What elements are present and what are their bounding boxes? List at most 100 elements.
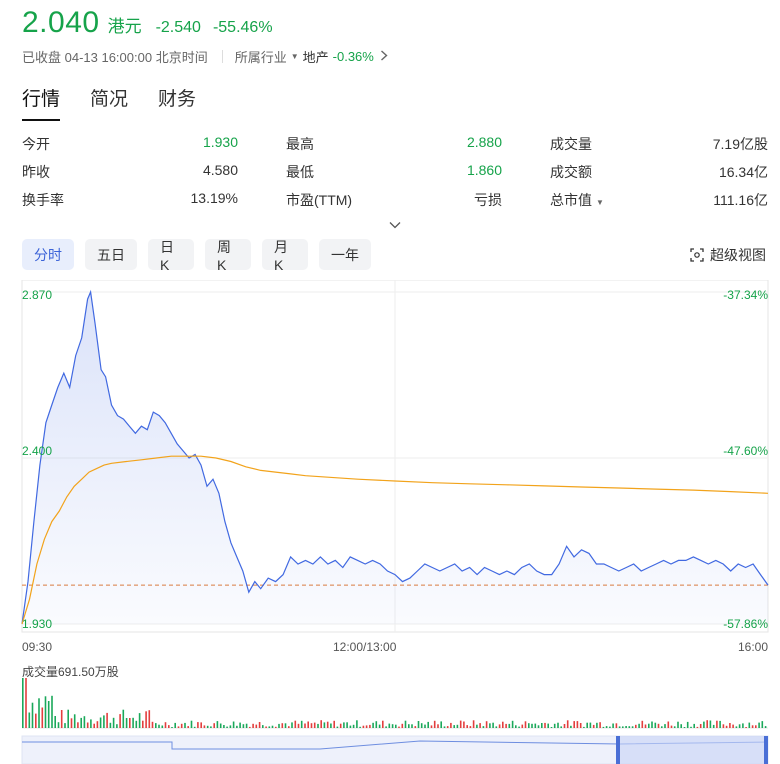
volume-bar bbox=[174, 722, 176, 728]
volume-bar bbox=[531, 723, 533, 728]
volume-bar bbox=[738, 724, 741, 728]
volume-bar bbox=[51, 695, 53, 728]
period-1year[interactable]: 一年 bbox=[319, 239, 371, 270]
volume-bar bbox=[541, 723, 543, 728]
volume-bar bbox=[469, 726, 472, 728]
volume-bar bbox=[86, 722, 89, 728]
stat-label: 昨收 bbox=[22, 164, 50, 180]
chevron-right-icon[interactable] bbox=[380, 49, 388, 64]
volume-bar bbox=[197, 722, 199, 728]
super-view-label: 超级视图 bbox=[710, 247, 766, 263]
volume-bar bbox=[560, 726, 562, 728]
volume-bar bbox=[213, 723, 215, 728]
stat-pe-ttm: 市盈(TTM) 亏损 bbox=[286, 190, 502, 210]
industry-name[interactable]: 地产 bbox=[303, 47, 329, 66]
tab-finance[interactable]: 财务 bbox=[158, 84, 196, 121]
volume-bar bbox=[680, 724, 682, 728]
volume-bar bbox=[570, 725, 572, 728]
stat-label: 最高 bbox=[286, 136, 314, 152]
volume-bar bbox=[31, 702, 34, 728]
stat-label: 最低 bbox=[286, 164, 314, 180]
volume-bar bbox=[70, 718, 73, 728]
volume-bar bbox=[119, 714, 121, 728]
volume-bar bbox=[459, 720, 462, 728]
volume-bar bbox=[252, 723, 254, 728]
volume-bar bbox=[638, 723, 640, 728]
volume-bar bbox=[236, 725, 238, 728]
industry-label: 所属行业 bbox=[234, 50, 287, 65]
volume-bar bbox=[505, 723, 507, 728]
volume-bar bbox=[605, 726, 608, 728]
volume-bar bbox=[336, 726, 339, 728]
stat-label: 成交额 bbox=[550, 164, 592, 180]
volume-bar bbox=[450, 722, 452, 728]
stat-market-cap[interactable]: 总市值 ▼ 111.16亿 bbox=[550, 190, 768, 210]
volume-bar bbox=[103, 715, 105, 728]
tab-quote[interactable]: 行情 bbox=[22, 84, 61, 121]
volume-bar bbox=[349, 725, 352, 728]
y-pct-mid: -47.60% bbox=[723, 444, 768, 458]
period-intraday[interactable]: 分时 bbox=[22, 239, 74, 270]
volume-bar bbox=[566, 720, 569, 728]
volume-bar bbox=[628, 726, 631, 728]
navigator-window bbox=[618, 736, 768, 764]
volume-bar bbox=[683, 727, 686, 728]
volume-bar bbox=[158, 724, 160, 728]
volume-bar bbox=[64, 723, 66, 728]
y-pct-low: -57.86% bbox=[723, 617, 768, 631]
expand-chevron-down-icon[interactable] bbox=[389, 218, 401, 230]
volume-bar bbox=[142, 720, 144, 728]
tab-profile[interactable]: 简况 bbox=[90, 84, 128, 121]
period-weekly-k[interactable]: 周K bbox=[205, 239, 251, 273]
volume-bar bbox=[686, 721, 689, 728]
volume-bar bbox=[693, 723, 695, 728]
period-daily-k[interactable]: 日K bbox=[148, 239, 194, 273]
volume-bar bbox=[330, 723, 332, 728]
stat-value: 2.880 bbox=[466, 134, 502, 150]
volume-bar bbox=[673, 726, 676, 728]
volume-bar bbox=[122, 709, 125, 728]
volume-bar bbox=[155, 723, 157, 728]
volume-bar bbox=[677, 721, 679, 728]
volume-bar bbox=[615, 723, 618, 728]
volume-bar bbox=[479, 723, 481, 728]
volume-bar bbox=[223, 725, 225, 728]
volume-bar bbox=[317, 723, 319, 728]
volume-bar bbox=[420, 723, 423, 728]
volume-bar bbox=[278, 723, 280, 728]
y-pct-high: -37.34% bbox=[723, 288, 768, 302]
volume-bar bbox=[284, 723, 287, 728]
volume-bar bbox=[352, 724, 355, 728]
stats-row: 今开 1.930 最高 2.880 成交量 7.19亿股 bbox=[22, 130, 768, 158]
volume-bar bbox=[362, 725, 365, 728]
intraday-chart[interactable]: 2.870 2.400 1.930 -37.34% -47.60% -57.86… bbox=[0, 279, 780, 764]
volume-bar bbox=[443, 726, 446, 728]
volume-bar bbox=[297, 723, 300, 728]
volume-bar bbox=[524, 721, 527, 728]
stat-label: 今开 bbox=[22, 136, 50, 152]
volume-bar bbox=[300, 720, 303, 728]
volume-bar bbox=[41, 707, 44, 728]
caret-down-icon: ▼ bbox=[596, 198, 604, 207]
volume-bar bbox=[764, 726, 767, 728]
market-status-row: 已收盘 04-13 16:00:00 北京时间 所属行业 ▼ 地产 -0.36% bbox=[22, 47, 388, 66]
volume-bar bbox=[622, 726, 624, 728]
super-view-button[interactable]: 超级视图 bbox=[690, 245, 766, 265]
stat-value: 4.580 bbox=[202, 162, 238, 178]
volume-bar bbox=[313, 722, 316, 728]
volume-bar bbox=[690, 726, 692, 728]
volume-bar bbox=[706, 720, 708, 728]
volume-bar bbox=[602, 726, 605, 728]
volume-bar bbox=[534, 723, 537, 728]
volume-bar bbox=[631, 726, 634, 728]
period-monthly-k[interactable]: 月K bbox=[262, 239, 308, 273]
volume-bar bbox=[171, 727, 173, 728]
period-5day[interactable]: 五日 bbox=[85, 239, 137, 270]
volume-bar bbox=[138, 713, 141, 728]
volume-bar bbox=[372, 722, 374, 728]
volume-bar bbox=[544, 722, 546, 728]
volume-bar bbox=[378, 724, 381, 728]
volume-bar bbox=[177, 726, 180, 728]
market-status-text: 已收盘 04-13 16:00:00 北京时间 bbox=[22, 50, 208, 65]
volume-bar bbox=[271, 725, 274, 728]
